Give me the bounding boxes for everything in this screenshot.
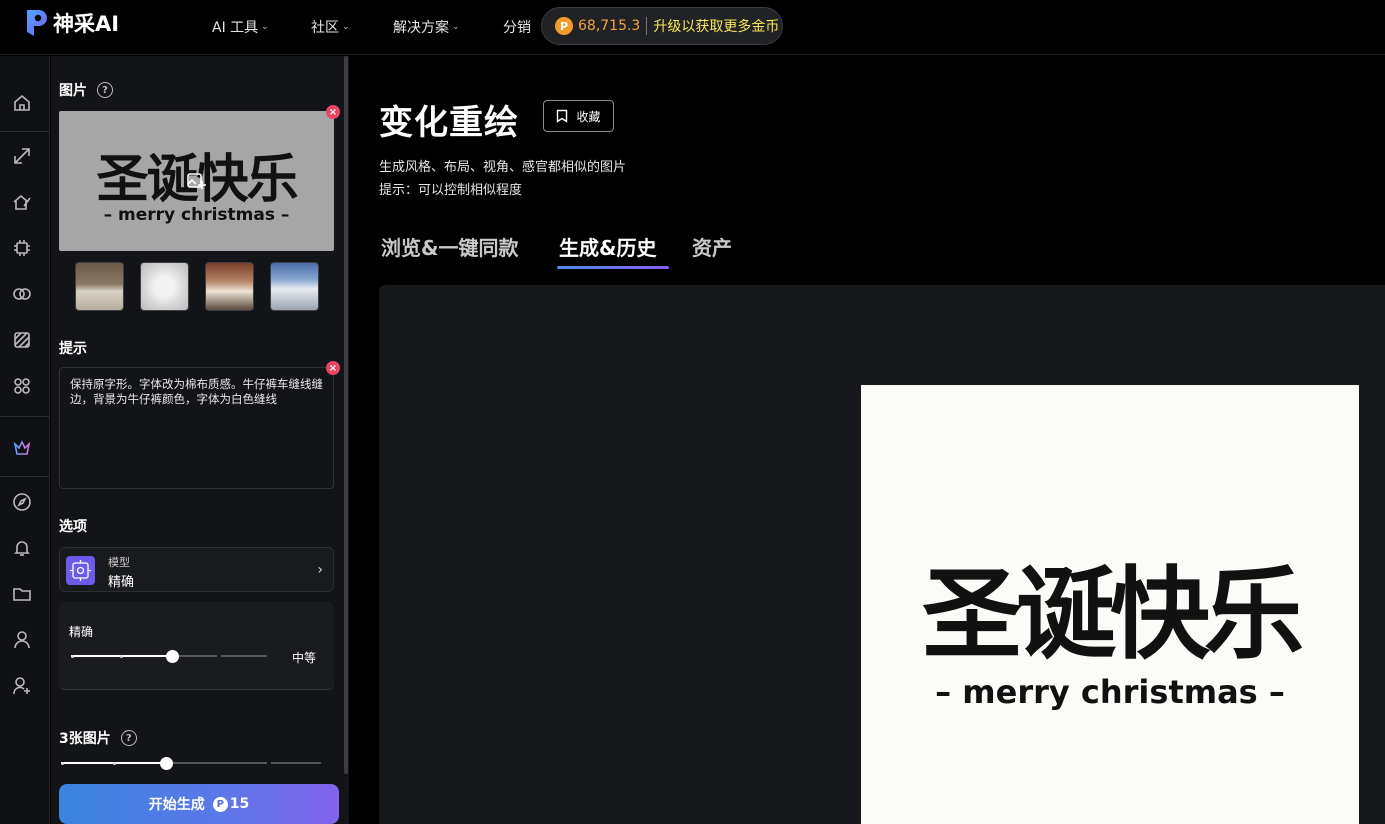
options-section-title: 选项 <box>59 516 87 536</box>
example-thumbnail[interactable] <box>270 262 319 311</box>
example-thumbnail[interactable] <box>140 262 189 311</box>
slider-tick <box>61 761 64 765</box>
divider <box>646 17 648 35</box>
compass-icon[interactable] <box>12 492 32 512</box>
bell-icon[interactable] <box>12 538 32 558</box>
prompt-textarea[interactable]: 保持原字形。字体改为棉布质感。牛仔裤车缝线缝边，背景为牛仔裤颜色，字体为白色缝线 <box>59 367 334 489</box>
count-section-title: 3张图片 ? <box>59 728 137 748</box>
generate-cost: 15 <box>229 796 250 812</box>
slider-tick <box>71 654 74 658</box>
image-count-slider-handle[interactable] <box>159 756 173 770</box>
edit-tool-icon[interactable] <box>12 146 32 166</box>
result-subtitle-text: – merry christmas – <box>935 673 1285 711</box>
precision-value: 中等 <box>292 651 317 665</box>
coin-icon: P <box>212 796 228 812</box>
generate-button[interactable]: 开始生成 P 15 <box>59 784 339 824</box>
model-label: 模型 <box>108 556 130 569</box>
chevron-down-icon: ⌄ <box>342 22 350 32</box>
divider <box>0 476 50 477</box>
result-image[interactable]: 圣诞快乐 – merry christmas – <box>861 385 1359 824</box>
help-icon[interactable]: ? <box>120 730 137 746</box>
panel-scrollbar[interactable] <box>344 56 348 774</box>
slider-track <box>219 762 267 764</box>
chevron-down-icon: ⌄ <box>261 22 269 32</box>
source-image-preview[interactable]: 圣诞快乐 – merry christmas – <box>59 111 334 251</box>
image-section-title: 图片 ? <box>59 80 113 100</box>
apps-grid-icon[interactable] <box>12 376 32 396</box>
logo-mark-icon <box>25 8 49 38</box>
result-title-text: 圣诞快乐 <box>922 556 1304 673</box>
preview-subtitle-text: – merry christmas – <box>103 205 290 225</box>
count-section-label: 3张图片 <box>59 731 111 747</box>
generate-label: 开始生成 <box>148 797 205 813</box>
crown-icon[interactable] <box>12 438 32 458</box>
image-upload-icon[interactable] <box>186 171 206 191</box>
example-thumbnail[interactable] <box>75 262 124 311</box>
nav-community[interactable]: 社区 ⌄ <box>311 17 350 37</box>
active-tab-indicator <box>557 266 669 269</box>
logo-text: 神采AI <box>53 12 120 36</box>
nav-distribution-label: 分销 <box>503 20 531 36</box>
left-rail <box>0 56 50 824</box>
model-value: 精确 <box>108 575 135 590</box>
example-thumbnail[interactable] <box>205 262 254 311</box>
user-add-icon[interactable] <box>12 676 32 696</box>
folder-icon[interactable] <box>12 584 32 604</box>
nav-solutions[interactable]: 解决方案 ⌄ <box>393 17 460 37</box>
rings-icon[interactable] <box>12 284 32 304</box>
clear-prompt-icon[interactable]: × <box>326 361 340 375</box>
coin-balance: 68,715.3 <box>578 18 641 34</box>
model-selector[interactable]: 模型 精确 › <box>59 547 334 592</box>
tab-assets[interactable]: 资产 <box>692 232 732 261</box>
home-icon[interactable] <box>12 93 32 113</box>
options-section-label: 选项 <box>59 519 87 535</box>
nav-ai-tools[interactable]: AI 工具 ⌄ <box>212 17 269 37</box>
pattern-icon[interactable] <box>12 330 32 350</box>
nav-community-label: 社区 <box>311 20 339 36</box>
slider-tick <box>120 654 123 658</box>
precision-card: 精确 中等 <box>59 602 334 690</box>
slider-track <box>221 655 267 657</box>
divider <box>0 416 50 417</box>
user-icon[interactable] <box>12 630 32 650</box>
remove-image-icon[interactable]: × <box>326 105 340 119</box>
page-description: 生成风格、布局、视角、感官都相似的图片 <box>379 160 627 175</box>
home-design-icon[interactable] <box>12 192 32 212</box>
tab-browse[interactable]: 浏览&一键同款 <box>381 232 518 261</box>
model-icon <box>66 556 95 585</box>
chevron-right-icon: › <box>317 562 323 578</box>
image-section-label: 图片 <box>59 83 87 99</box>
coin-balance-pill[interactable]: P 68,715.3 升级以获取更多金币 <box>541 7 783 45</box>
chip-icon[interactable] <box>12 238 32 258</box>
prompt-section-title: 提示 <box>59 338 87 358</box>
coin-icon: P <box>555 17 573 35</box>
favorite-label: 收藏 <box>576 109 601 124</box>
slider-track <box>169 762 219 764</box>
nav-solutions-label: 解决方案 <box>393 20 449 36</box>
precision-slider-handle[interactable] <box>165 649 179 663</box>
bookmark-icon <box>557 109 568 123</box>
nav-ai-tools-label: AI 工具 <box>212 20 259 36</box>
divider <box>0 131 50 132</box>
upgrade-link[interactable]: 升级以获取更多金币 <box>653 16 779 36</box>
chevron-down-icon: ⌄ <box>452 22 460 32</box>
page-title: 变化重绘 <box>379 103 519 143</box>
slider-track <box>271 762 321 764</box>
nav-distribution[interactable]: 分销 <box>503 17 531 37</box>
prompt-section-label: 提示 <box>59 341 87 357</box>
page-hint: 提示：可以控制相似程度 <box>379 183 523 198</box>
logo[interactable]: 神采AI <box>25 8 119 38</box>
precision-label: 精确 <box>69 625 94 639</box>
tab-generate-history[interactable]: 生成&历史 <box>559 232 656 261</box>
slider-tick <box>113 761 116 765</box>
favorite-button[interactable]: 收藏 <box>543 100 614 132</box>
help-icon[interactable]: ? <box>97 82 113 98</box>
top-navbar: 神采AI AI 工具 ⌄ 社区 ⌄ 解决方案 ⌄ 分销 P 68,715.3 升… <box>0 0 1385 55</box>
